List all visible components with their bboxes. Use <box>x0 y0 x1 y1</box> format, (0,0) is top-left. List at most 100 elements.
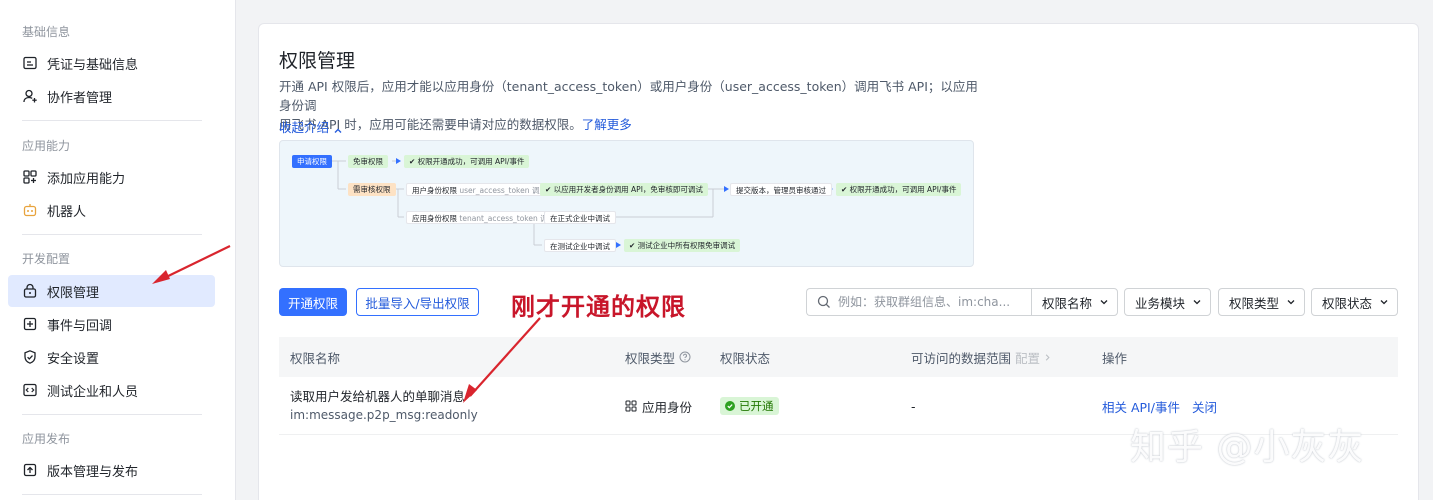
flow-node-test-free: ✔ 测试企业中所有权限免审调试 <box>624 239 741 252</box>
shield-icon <box>22 349 38 365</box>
flow-node-app-perm: 应用身份权限 tenant_access_token 调用 <box>406 211 562 224</box>
flow-node-dev-debug: ✔ 以应用开发者身份调用 API，免审核即可调试 <box>540 183 708 196</box>
lock-icon <box>22 283 38 299</box>
sidebar-item-label: 安全设置 <box>47 351 100 367</box>
flow-text: 权限开通成功，可调用 API/事件 <box>417 157 525 166</box>
sidebar-group-basic: 基础信息 <box>22 25 71 39</box>
batch-import-export-button[interactable]: 批量导入/导出权限 <box>356 288 479 316</box>
collapse-label: 收起介绍 <box>279 120 330 135</box>
permission-name-cell: 读取用户发给机器人的单聊消息 im:message.p2p_msg:readon… <box>290 377 478 435</box>
sidebar-item-test-enterprise[interactable]: 测试企业和人员 <box>8 374 215 406</box>
filter-label: 权限名称 <box>1042 295 1093 311</box>
status-label: 已开通 <box>739 399 774 413</box>
column-header-type: 权限类型 <box>625 337 691 377</box>
scope-config-link[interactable]: 配置 <box>1015 348 1040 367</box>
flow-node-apply: 申请权限 <box>292 155 332 168</box>
help-icon[interactable] <box>679 351 691 363</box>
chevron-down-icon <box>1099 297 1109 307</box>
collapse-intro-toggle[interactable]: 收起介绍 <box>279 117 343 136</box>
app-identity-icon <box>625 400 637 412</box>
flow-text: 应用身份权限 <box>412 214 457 223</box>
sidebar-item-label: 添加应用能力 <box>47 171 126 187</box>
filter-label: 业务模块 <box>1135 295 1186 311</box>
status-badge: 已开通 <box>720 397 779 415</box>
flow-node-submit: 提交版本，管理员审核通过 <box>730 183 832 196</box>
filter-business-module[interactable]: 业务模块 <box>1124 288 1211 316</box>
filter-permission-name[interactable]: 权限名称 <box>1031 288 1118 316</box>
flow-node-final-success: ✔ 权限开通成功，可调用 API/事件 <box>836 183 962 196</box>
annotation-text: 刚才开通的权限 <box>511 293 686 321</box>
robot-icon <box>22 202 38 218</box>
sidebar-item-versions[interactable]: 版本管理与发布 <box>8 454 215 486</box>
permission-scope: - <box>911 398 916 414</box>
sidebar-item-label: 测试企业和人员 <box>47 384 139 400</box>
sidebar-item-add-capability[interactable]: 添加应用能力 <box>8 161 215 193</box>
sidebar-item-events[interactable]: 事件与回调 <box>8 308 215 340</box>
sidebar-item-label: 凭证与基础信息 <box>47 57 139 73</box>
permission-code: im:message.p2p_msg:readonly <box>290 408 478 422</box>
sidebar-divider <box>22 494 202 495</box>
sidebar-item-label: 权限管理 <box>47 285 100 301</box>
column-header-label: 可访问的数据范围 <box>911 350 1012 366</box>
flow-node-need-review: 需审核权限 <box>348 183 396 196</box>
sidebar-item-permissions[interactable]: 权限管理 <box>8 275 215 307</box>
flow-node-free-success: ✔ 权限开通成功，可调用 API/事件 <box>404 155 530 168</box>
sidebar-item-collaborators[interactable]: 协作者管理 <box>8 80 215 112</box>
flow-node-user-perm: 用户身份权限 user_access_token 调用 <box>406 183 553 196</box>
watermark-text: 知乎 @小灰灰 <box>1130 427 1365 468</box>
learn-more-link[interactable]: 了解更多 <box>582 117 632 132</box>
flow-text: 权限开通成功，可调用 API/事件 <box>849 185 957 194</box>
sidebar-item-label: 版本管理与发布 <box>47 464 139 480</box>
chevron-down-icon <box>1192 297 1202 307</box>
filter-label: 权限状态 <box>1322 295 1373 311</box>
search-icon <box>817 295 838 309</box>
flow-text: 以应用开发者身份调用 API，免审核即可调试 <box>553 185 703 194</box>
grid-add-icon <box>22 169 38 185</box>
flow-text: 测试企业中所有权限免审调试 <box>637 241 736 250</box>
sidebar-item-credentials[interactable]: 凭证与基础信息 <box>8 47 215 79</box>
column-header-status: 权限状态 <box>720 350 771 366</box>
flow-node-formal-debug: 在正式企业中调试 <box>544 211 616 224</box>
chevron-down-icon <box>1379 297 1389 307</box>
filter-permission-type[interactable]: 权限类型 <box>1218 288 1305 316</box>
user-plus-icon <box>22 88 38 104</box>
code-icon <box>22 382 38 398</box>
sidebar-group-dev: 开发配置 <box>22 252 71 266</box>
flow-node-free-review: 免审权限 <box>348 155 388 168</box>
column-header-ops: 操作 <box>1102 350 1128 366</box>
search-input[interactable] <box>838 295 1018 309</box>
table-header: 权限名称 权限类型 权限状态 可访问的数据范围 配置 操作 <box>279 337 1398 377</box>
sidebar: 基础信息 凭证与基础信息 协作者管理 应用能力 添加应用能力 机器人 开发配置 … <box>0 0 236 500</box>
sidebar-item-robot[interactable]: 机器人 <box>8 194 215 226</box>
page-description: 开通 API 权限后，应用才能以应用身份（tenant_access_token… <box>279 77 979 134</box>
description-line-1: 开通 API 权限后，应用才能以应用身份（tenant_access_token… <box>279 79 978 113</box>
upload-icon <box>22 462 38 478</box>
page-title: 权限管理 <box>279 50 356 72</box>
sidebar-group-capability: 应用能力 <box>22 139 71 153</box>
sidebar-item-security[interactable]: 安全设置 <box>8 341 215 373</box>
flow-text: 用户身份权限 <box>412 186 457 195</box>
open-permission-button[interactable]: 开通权限 <box>279 288 347 316</box>
permission-name: 读取用户发给机器人的单聊消息 <box>290 389 466 404</box>
check-circle-icon <box>725 401 739 411</box>
chevron-right-icon <box>1043 353 1052 362</box>
close-permission-link[interactable]: 关闭 <box>1192 397 1217 416</box>
event-icon <box>22 316 38 332</box>
column-header-scope: 可访问的数据范围 配置 <box>911 337 1052 377</box>
sidebar-divider <box>22 120 202 121</box>
sidebar-group-release: 应用发布 <box>22 432 71 446</box>
flow-text: user_access_token 调用 <box>459 186 547 195</box>
filter-label: 权限类型 <box>1229 295 1280 311</box>
flow-text: tenant_access_token 调用 <box>459 214 556 223</box>
chevron-up-icon <box>333 124 343 134</box>
permission-type: 应用身份 <box>642 399 693 415</box>
filter-permission-status[interactable]: 权限状态 <box>1311 288 1398 316</box>
permission-status-cell: 已开通 <box>720 377 779 435</box>
chevron-down-icon <box>1286 297 1296 307</box>
permission-type-cell: 应用身份 <box>625 377 692 435</box>
related-api-link[interactable]: 相关 API/事件 <box>1102 397 1180 416</box>
permission-search[interactable] <box>806 288 1032 316</box>
sidebar-divider <box>22 414 202 415</box>
sidebar-item-label: 事件与回调 <box>47 318 113 334</box>
sidebar-item-label: 机器人 <box>47 204 87 220</box>
